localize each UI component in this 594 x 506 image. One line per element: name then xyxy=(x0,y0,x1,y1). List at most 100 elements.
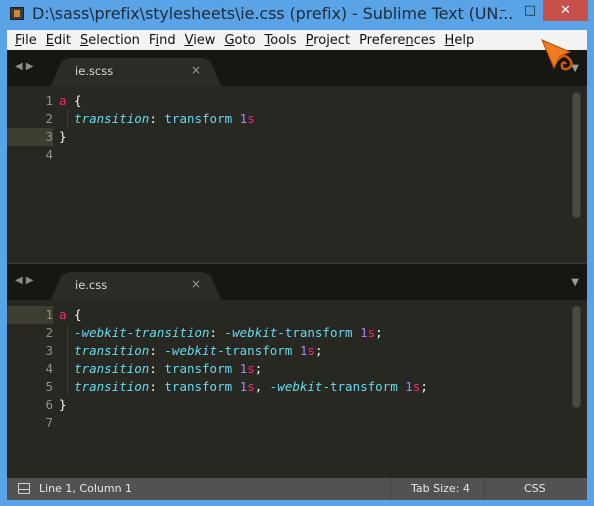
line-number: 7 xyxy=(45,415,53,430)
close-button[interactable]: ✕ xyxy=(543,0,588,21)
token-prop: transition xyxy=(74,111,150,126)
menu-tools[interactable]: Tools xyxy=(265,33,297,48)
tab-label: ie.scss xyxy=(75,64,114,78)
menu-preferences[interactable]: Preferences xyxy=(359,33,435,48)
menu-file[interactable]: File xyxy=(15,33,37,48)
tab-ie-css[interactable]: ie.css × xyxy=(61,272,211,300)
token-unit: s xyxy=(247,111,255,126)
line-number: 1 xyxy=(7,306,53,324)
menu-bar: File Edit Selection Find View Goto Tools Projec… xyxy=(7,30,587,50)
menu-help[interactable]: Help xyxy=(445,33,475,48)
line-text: transition: transform 1s xyxy=(59,110,255,128)
menu-goto[interactable]: Goto xyxy=(224,33,255,48)
menu-selection[interactable]: Selection xyxy=(80,33,140,48)
token-punc: } xyxy=(59,397,67,412)
tab-list-dropdown-icon[interactable]: ▼ xyxy=(571,277,579,288)
line-number: 2 xyxy=(45,111,53,126)
minimize-button[interactable]: – xyxy=(490,0,516,21)
code-line[interactable]: 4 xyxy=(7,146,587,164)
maximize-button[interactable]: □ xyxy=(517,0,543,21)
token-punc: : xyxy=(209,325,225,340)
vertical-scrollbar[interactable] xyxy=(572,306,581,408)
token-val: transform xyxy=(164,379,240,394)
tab-bar: ◀▶ ie.css × ▼ xyxy=(7,264,587,300)
sublime-app-icon[interactable] xyxy=(10,7,24,20)
tab-close-icon[interactable]: × xyxy=(191,63,201,77)
menu-view[interactable]: View xyxy=(185,33,216,48)
tab-bar: ◀▶ ie.scss × ▼ xyxy=(7,50,587,86)
token-punc: : xyxy=(149,111,165,126)
token-punc: : xyxy=(149,361,165,376)
token-val: -transform xyxy=(277,325,361,340)
line-number: 4 xyxy=(45,361,53,376)
menu-find[interactable]: Find xyxy=(149,33,176,48)
token-prop: -webkit xyxy=(164,343,218,358)
line-text: transition: transform 1 s, -webkit-transf… xyxy=(59,378,428,396)
code-line[interactable]: 4 transition: transform 1s; xyxy=(7,360,587,378)
code-line[interactable]: 3} xyxy=(7,128,587,146)
code-view[interactable]: 1a {2 -webkit-transition: -webkit-transf… xyxy=(7,300,587,478)
editor-pane-top: ◀▶ ie.scss × ▼ 1 a {2 transition: transform 1… xyxy=(7,50,587,263)
line-number: 3 xyxy=(45,343,53,358)
code-line[interactable]: 7 xyxy=(7,414,587,432)
syntax-selector[interactable]: CSS xyxy=(524,482,546,495)
line-text: } xyxy=(59,128,67,146)
menu-project[interactable]: Project xyxy=(306,33,351,48)
token-punc: { xyxy=(66,93,82,108)
line-text: a { xyxy=(59,306,82,324)
token-punc: , xyxy=(254,379,270,394)
menu-edit[interactable]: Edit xyxy=(46,33,71,48)
sublime-text-window: D:\sass\prefix\stylesheets\ie.css (prefi… xyxy=(0,0,594,506)
tab-nav-arrows-icon[interactable]: ◀▶ xyxy=(15,275,36,286)
token-punc: { xyxy=(66,307,82,322)
line-number: 3 xyxy=(7,128,53,146)
line-number: 2 xyxy=(45,325,53,340)
panel-toggle-icon[interactable] xyxy=(18,483,30,494)
window-title: D:\sass\prefix\stylesheets\ie.css (prefi… xyxy=(32,4,514,23)
token-prop: transition xyxy=(74,379,150,394)
code-line[interactable]: 1 a { xyxy=(7,306,587,324)
line-number: 4 xyxy=(45,147,53,162)
code-line[interactable]: 1 a { xyxy=(7,92,587,110)
token-unit: s xyxy=(247,379,255,394)
line-text: } xyxy=(59,396,67,414)
token-punc: } xyxy=(59,129,67,144)
token-punc: ; xyxy=(254,361,263,376)
tab-ie-scss[interactable]: ie.scss × xyxy=(61,58,211,86)
tab-size-selector[interactable]: Tab Size: 4 xyxy=(411,482,470,495)
code-line[interactable]: 3 transition: -webkit-transform 1s; xyxy=(7,342,587,360)
code-view[interactable]: 1a {2 transition: transform 1s 3} 4 xyxy=(7,86,587,263)
token-num: 1 xyxy=(360,325,368,340)
token-val: -transform xyxy=(217,343,300,358)
title-bar[interactable]: D:\sass\prefix\stylesheets\ie.css (prefi… xyxy=(0,0,594,30)
line-text: transition: transform 1s; xyxy=(59,360,262,378)
mouse-cursor-icon xyxy=(541,39,573,71)
line-number: 1 xyxy=(45,93,53,108)
token-num: 1 xyxy=(405,379,413,394)
token-punc xyxy=(59,325,74,340)
token-prop: -webkit-transition xyxy=(74,325,210,340)
code-line[interactable]: 6} xyxy=(7,396,587,414)
tab-nav-arrows-icon[interactable]: ◀▶ xyxy=(15,61,36,72)
token-punc: : xyxy=(149,379,165,394)
editor-area: ◀▶ ie.scss × ▼ 1 a {2 transition: transform 1… xyxy=(7,50,587,478)
status-separator xyxy=(390,478,391,500)
line-text: a { xyxy=(59,92,82,110)
token-unit: s xyxy=(367,325,376,340)
code-line[interactable]: 5 transition: transform 1 s, -webkit-tran… xyxy=(7,378,587,396)
code-line[interactable]: 2 transition: transform 1s xyxy=(7,110,587,128)
vertical-scrollbar[interactable] xyxy=(572,92,581,218)
code-line[interactable]: 2 -webkit-transition: -webkit-transform … xyxy=(7,324,587,342)
token-punc: ; xyxy=(314,343,323,358)
token-punc: ; xyxy=(420,379,428,394)
token-prop: -webkit xyxy=(224,325,278,340)
tab-label: ie.css xyxy=(75,278,108,292)
token-prop: transition xyxy=(74,343,150,358)
editor-pane-bottom: ◀▶ ie.css × ▼ 1 a {2 -webkit-transition: -web… xyxy=(7,264,587,478)
tab-close-icon[interactable]: × xyxy=(191,277,201,291)
status-separator xyxy=(484,478,485,500)
status-bar: Line 1, Column 1 Tab Size: 4 CSS xyxy=(7,478,587,500)
token-punc: : xyxy=(149,343,165,358)
token-punc: ; xyxy=(375,325,383,340)
line-text: -webkit-transition: -webkit-transform 1s… xyxy=(59,324,383,342)
